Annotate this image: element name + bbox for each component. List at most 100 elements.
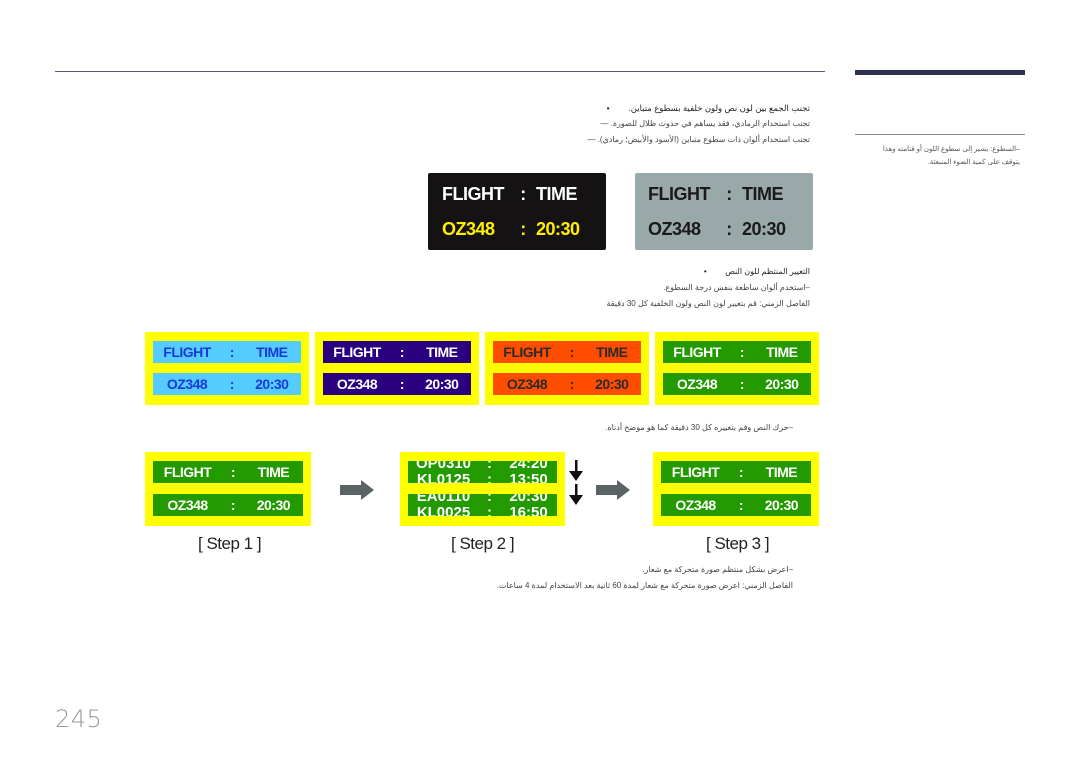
board-header-strip: FLIGHT : TIME: [153, 461, 303, 483]
side-note-line: –السطوع: يشير إلى سطوع اللون أو قتامته و…: [882, 146, 1020, 153]
separator: :: [487, 504, 492, 517]
board-value-row: OZ348 : 20:30: [648, 212, 813, 247]
separator: :: [399, 344, 405, 360]
separator: :: [569, 376, 575, 392]
separator: :: [726, 183, 732, 204]
section1-title-row: تجنب الجمع بين لون نص ولون خلفية بسطوع م…: [510, 100, 810, 116]
board-value-strip: OZ348: 20:30: [493, 373, 641, 395]
board-value-strip: OZ348 : 20:30: [153, 494, 303, 516]
time-label: TIME: [426, 344, 458, 360]
flight-label: FLIGHT: [671, 464, 720, 480]
board-header-strip: FLIGHT : TIME: [661, 461, 811, 483]
scroll-line: KL0025 : 16:50: [408, 504, 557, 517]
time-value: 20:30: [742, 218, 786, 239]
flight-label: FLIGHT: [442, 183, 505, 204]
step3-board: FLIGHT : TIME OZ348 : 20:30: [653, 452, 819, 526]
time-value: 20:30: [425, 376, 459, 392]
separator: :: [399, 376, 405, 392]
dash-icon: —: [600, 119, 609, 128]
flight-value: OZ348: [167, 497, 208, 513]
flight-value: OZ348: [336, 376, 378, 392]
flight-value: OZ348: [442, 218, 495, 239]
separator: :: [569, 344, 575, 360]
board-header-strip: FLIGHT: TIME: [323, 341, 471, 363]
time-value: 16:50: [509, 504, 548, 517]
flight-label: FLIGHT: [503, 344, 551, 360]
separator: :: [230, 497, 236, 513]
side-note-rule: [855, 134, 1025, 135]
separator: :: [520, 183, 526, 204]
separator: :: [230, 464, 236, 480]
board-header-strip: FLIGHT: TIME: [663, 341, 811, 363]
note-row: تجنب استخدام ألوان ذات سطوع متباين (الأس…: [510, 132, 810, 148]
flight-value: OZ348: [675, 497, 716, 513]
flight-value: OZ348: [506, 376, 548, 392]
note-text: تجنب استخدام ألوان ذات سطوع متباين (الأس…: [597, 135, 810, 144]
time-value: 13:50: [509, 471, 548, 484]
section1-text: تجنب الجمع بين لون نص ولون خلفية بسطوع م…: [510, 100, 810, 148]
flight-value: OZ348: [166, 376, 208, 392]
arrow-right-icon: [340, 480, 374, 500]
step2-board: OP0310 : 24:20 KL0125 : 13:50 EA0110 : 2…: [400, 452, 565, 526]
arrow-down-icon: [569, 460, 583, 481]
separator: :: [738, 464, 744, 480]
scrolling-strip-bottom: EA0110 : 20:30 KL0025 : 16:50: [408, 494, 557, 516]
flight-value: OZ348: [648, 218, 701, 239]
section3-text: –حرك النص وقم بتغييره كل 30 دقيقة كما هو…: [493, 420, 793, 436]
separator: :: [520, 218, 526, 239]
flight-label: FLIGHT: [673, 344, 721, 360]
time-value: 20:30: [765, 376, 799, 392]
time-label: TIME: [765, 464, 798, 480]
separator: :: [487, 471, 492, 484]
separator: :: [738, 497, 744, 513]
board-value-strip: OZ348: 20:30: [323, 373, 471, 395]
separator: :: [726, 218, 732, 239]
note-row: تجنب استخدام الرمادي، فقد يساهم في حدوث …: [510, 116, 810, 132]
time-label: TIME: [742, 183, 784, 204]
dash-icon: —: [587, 135, 596, 144]
time-value: 20:30: [536, 218, 580, 239]
scrolling-strip-top: OP0310 : 24:20 KL0125 : 13:50: [408, 461, 557, 483]
side-note-line: يتوقف على كمية الضوء المنبعثة.: [927, 159, 1020, 166]
gray-background-board: FLIGHT : TIME OZ348 : 20:30: [635, 173, 813, 250]
note-text: تجنب استخدام الرمادي، فقد يساهم في حدوث …: [610, 119, 810, 128]
time-label: TIME: [256, 344, 288, 360]
separator: :: [739, 376, 745, 392]
separator: :: [229, 376, 235, 392]
flight-value: KL0025: [416, 504, 471, 517]
section2-title: التغيير المنتظم للون النص: [725, 267, 810, 276]
time-value: 20:30: [256, 497, 291, 513]
step3-label: [ Step 3 ]: [706, 534, 770, 553]
board-header-row: FLIGHT : TIME: [648, 177, 813, 212]
board-header-row: FLIGHT : TIME: [442, 177, 606, 212]
step2-label: [ Step 2 ]: [451, 534, 515, 553]
color-example-board: FLIGHT: TIME OZ348: 20:30: [655, 332, 819, 405]
step1-board: FLIGHT : TIME OZ348 : 20:30: [145, 452, 311, 526]
time-value: 20:30: [764, 497, 799, 513]
time-value: 20:30: [255, 376, 289, 392]
scroll-line: KL0125 : 13:50: [408, 471, 557, 484]
time-label: TIME: [257, 464, 290, 480]
flight-value: OZ348: [676, 376, 718, 392]
board-value-strip: OZ348: 20:30: [663, 373, 811, 395]
board-value-row: OZ348 : 20:30: [442, 212, 606, 247]
bullet-icon: •: [606, 103, 610, 113]
side-note: –السطوع: يشير إلى سطوع اللون أو قتامته و…: [835, 143, 1020, 169]
flight-label: FLIGHT: [333, 344, 381, 360]
time-label: TIME: [536, 183, 578, 204]
section2-line: الفاصل الزمني: قم بتغيير لون النص ولون ا…: [606, 299, 810, 308]
color-example-board: FLIGHT: TIME OZ348: 20:30: [145, 332, 309, 405]
time-value: 20:30: [595, 376, 629, 392]
flight-value: KL0125: [416, 471, 471, 484]
board-value-strip: OZ348: 20:30: [153, 373, 301, 395]
section4-text: –اعرض بشكل منتظم صورة متحركة مع شعار. ال…: [393, 562, 793, 594]
board-value-strip: OZ348 : 20:30: [661, 494, 811, 516]
flight-label: FLIGHT: [163, 344, 211, 360]
flight-label: FLIGHT: [163, 464, 212, 480]
color-example-board: FLIGHT: TIME OZ348: 20:30: [485, 332, 649, 405]
board-header-strip: FLIGHT: TIME: [153, 341, 301, 363]
section2-text: التغيير المنتظم للون النص • –استخدم ألوا…: [510, 264, 810, 312]
header-rule: [55, 71, 825, 72]
black-background-board: FLIGHT : TIME OZ348 : 20:30: [428, 173, 606, 250]
section2-title-row: التغيير المنتظم للون النص •: [510, 264, 810, 280]
